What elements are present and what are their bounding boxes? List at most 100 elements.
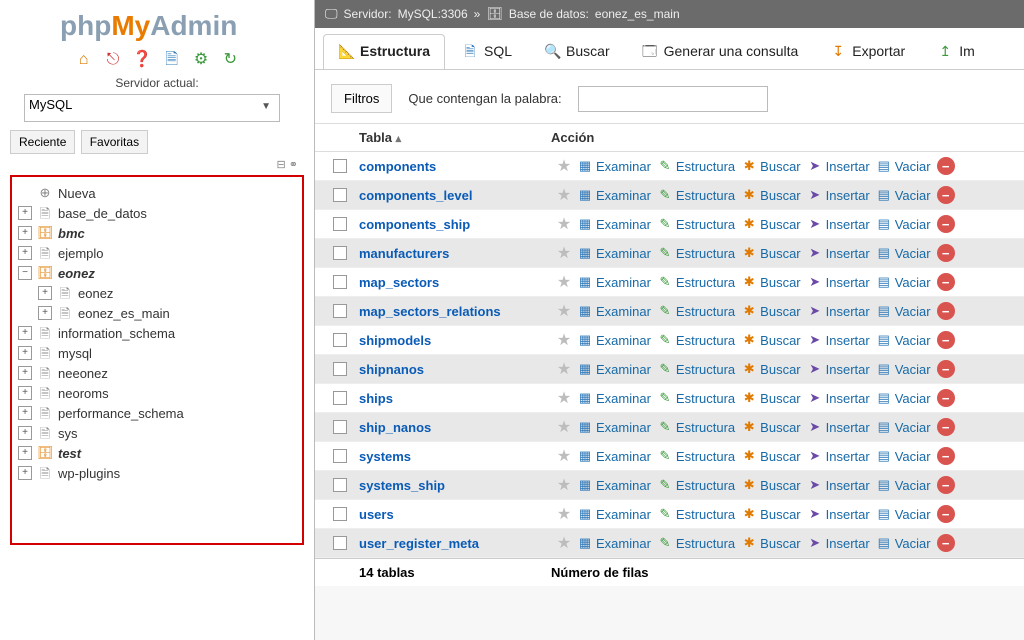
search-action[interactable]: ✱Buscar — [741, 274, 800, 290]
examine-action[interactable]: ▦Examinar — [577, 303, 651, 319]
table-name-link[interactable]: manufacturers — [359, 246, 551, 261]
favorite-icon[interactable]: ★ — [551, 214, 577, 234]
row-checkbox[interactable] — [333, 449, 347, 463]
expand-icon[interactable]: + — [18, 466, 32, 480]
search-action[interactable]: ✱Buscar — [741, 506, 800, 522]
structure-action[interactable]: ✎Estructura — [657, 477, 735, 493]
db-tree-item[interactable]: −🗄eonez — [16, 263, 298, 283]
favorite-icon[interactable]: ★ — [551, 417, 577, 437]
table-name-link[interactable]: shipnanos — [359, 362, 551, 377]
refresh-icon[interactable]: ↻ — [220, 50, 240, 70]
db-tree-item[interactable]: +🗎mysql — [16, 343, 298, 363]
insert-action[interactable]: ➤Insertar — [807, 158, 870, 174]
favorite-icon[interactable]: ★ — [551, 330, 577, 350]
empty-action[interactable]: ▤Vaciar — [876, 477, 931, 493]
insert-action[interactable]: ➤Insertar — [807, 361, 870, 377]
tree-collapse-icon[interactable]: ⊟ ⚭ — [6, 158, 308, 173]
structure-action[interactable]: ✎Estructura — [657, 506, 735, 522]
favorite-icon[interactable]: ★ — [551, 388, 577, 408]
empty-action[interactable]: ▤Vaciar — [876, 506, 931, 522]
structure-action[interactable]: ✎Estructura — [657, 274, 735, 290]
row-checkbox[interactable] — [333, 478, 347, 492]
tab-buscar[interactable]: 🔍Buscar — [529, 34, 625, 69]
insert-action[interactable]: ➤Insertar — [807, 535, 870, 551]
insert-action[interactable]: ➤Insertar — [807, 245, 870, 261]
tab-exportar[interactable]: ↧Exportar — [815, 34, 920, 69]
row-checkbox[interactable] — [333, 333, 347, 347]
docs-icon[interactable]: ❓ — [132, 50, 152, 70]
examine-action[interactable]: ▦Examinar — [577, 187, 651, 203]
table-name-link[interactable]: map_sectors — [359, 275, 551, 290]
table-name-link[interactable]: ships — [359, 391, 551, 406]
home-icon[interactable]: ⌂ — [74, 50, 94, 70]
empty-action[interactable]: ▤Vaciar — [876, 303, 931, 319]
sql-icon[interactable]: 🗎 — [162, 50, 182, 70]
row-checkbox[interactable] — [333, 217, 347, 231]
delete-action[interactable]: − — [937, 215, 955, 233]
table-name-link[interactable]: ship_nanos — [359, 420, 551, 435]
favorite-icon[interactable]: ★ — [551, 504, 577, 524]
structure-action[interactable]: ✎Estructura — [657, 303, 735, 319]
structure-action[interactable]: ✎Estructura — [657, 216, 735, 232]
examine-action[interactable]: ▦Examinar — [577, 332, 651, 348]
expand-icon[interactable]: + — [18, 446, 32, 460]
expand-icon[interactable]: + — [18, 426, 32, 440]
delete-action[interactable]: − — [937, 331, 955, 349]
insert-action[interactable]: ➤Insertar — [807, 477, 870, 493]
col-table-label[interactable]: Tabla — [359, 130, 392, 145]
delete-action[interactable]: − — [937, 157, 955, 175]
table-name-link[interactable]: map_sectors_relations — [359, 304, 551, 319]
structure-action[interactable]: ✎Estructura — [657, 245, 735, 261]
insert-action[interactable]: ➤Insertar — [807, 303, 870, 319]
examine-action[interactable]: ▦Examinar — [577, 419, 651, 435]
db-tree-item[interactable]: +🗎performance_schema — [16, 403, 298, 423]
db-tree-item[interactable]: +🗄test — [16, 443, 298, 463]
table-name-link[interactable]: systems_ship — [359, 478, 551, 493]
delete-action[interactable]: − — [937, 244, 955, 262]
delete-action[interactable]: − — [937, 302, 955, 320]
expand-icon[interactable]: + — [18, 206, 32, 220]
insert-action[interactable]: ➤Insertar — [807, 187, 870, 203]
table-name-link[interactable]: systems — [359, 449, 551, 464]
structure-action[interactable]: ✎Estructura — [657, 535, 735, 551]
tab-im[interactable]: ↥Im — [922, 34, 990, 69]
examine-action[interactable]: ▦Examinar — [577, 158, 651, 174]
expand-icon[interactable]: − — [18, 266, 32, 280]
insert-action[interactable]: ➤Insertar — [807, 419, 870, 435]
db-tree-item[interactable]: +🗎ejemplo — [16, 243, 298, 263]
table-name-link[interactable]: components — [359, 159, 551, 174]
favorite-icon[interactable]: ★ — [551, 243, 577, 263]
expand-icon[interactable]: + — [18, 226, 32, 240]
tab-sql[interactable]: 🗎SQL — [447, 34, 527, 69]
favorite-icon[interactable]: ★ — [551, 533, 577, 553]
search-action[interactable]: ✱Buscar — [741, 477, 800, 493]
insert-action[interactable]: ➤Insertar — [807, 274, 870, 290]
structure-action[interactable]: ✎Estructura — [657, 158, 735, 174]
insert-action[interactable]: ➤Insertar — [807, 216, 870, 232]
empty-action[interactable]: ▤Vaciar — [876, 535, 931, 551]
db-tree-item[interactable]: +🗎sys — [16, 423, 298, 443]
db-tree-item[interactable]: +🗎neoroms — [16, 383, 298, 403]
row-checkbox[interactable] — [333, 420, 347, 434]
search-action[interactable]: ✱Buscar — [741, 303, 800, 319]
expand-icon[interactable]: + — [18, 366, 32, 380]
breadcrumb-db[interactable]: eonez_es_main — [595, 7, 680, 21]
delete-action[interactable]: − — [937, 389, 955, 407]
examine-action[interactable]: ▦Examinar — [577, 477, 651, 493]
table-name-link[interactable]: user_register_meta — [359, 536, 551, 551]
row-checkbox[interactable] — [333, 507, 347, 521]
row-checkbox[interactable] — [333, 246, 347, 260]
expand-icon[interactable]: + — [18, 406, 32, 420]
search-action[interactable]: ✱Buscar — [741, 390, 800, 406]
empty-action[interactable]: ▤Vaciar — [876, 332, 931, 348]
row-checkbox[interactable] — [333, 362, 347, 376]
structure-action[interactable]: ✎Estructura — [657, 361, 735, 377]
examine-action[interactable]: ▦Examinar — [577, 216, 651, 232]
examine-action[interactable]: ▦Examinar — [577, 361, 651, 377]
server-select[interactable]: MySQL — [24, 94, 280, 122]
row-checkbox[interactable] — [333, 304, 347, 318]
structure-action[interactable]: ✎Estructura — [657, 419, 735, 435]
settings-icon[interactable]: ⚙ — [191, 50, 211, 70]
expand-icon[interactable]: + — [18, 346, 32, 360]
search-action[interactable]: ✱Buscar — [741, 245, 800, 261]
